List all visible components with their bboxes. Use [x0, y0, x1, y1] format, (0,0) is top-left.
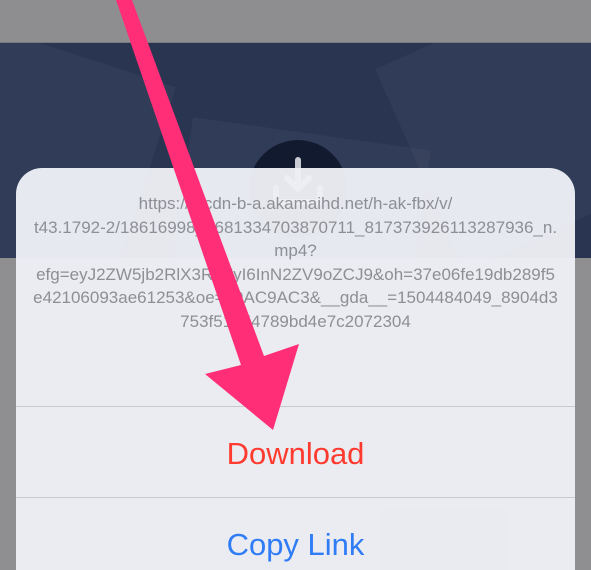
- action-sheet-message: https://fbcdn-b-a.akamaihd.net/h-ak-fbx/…: [33, 194, 558, 331]
- copy-link-button[interactable]: Copy Link: [16, 525, 575, 565]
- action-sheet: https://fbcdn-b-a.akamaihd.net/h-ak-fbx/…: [16, 168, 575, 570]
- top-bar: [0, 0, 591, 43]
- action-sheet-divider: [16, 406, 575, 407]
- download-button[interactable]: Download: [16, 434, 575, 474]
- action-sheet-divider: [16, 497, 575, 498]
